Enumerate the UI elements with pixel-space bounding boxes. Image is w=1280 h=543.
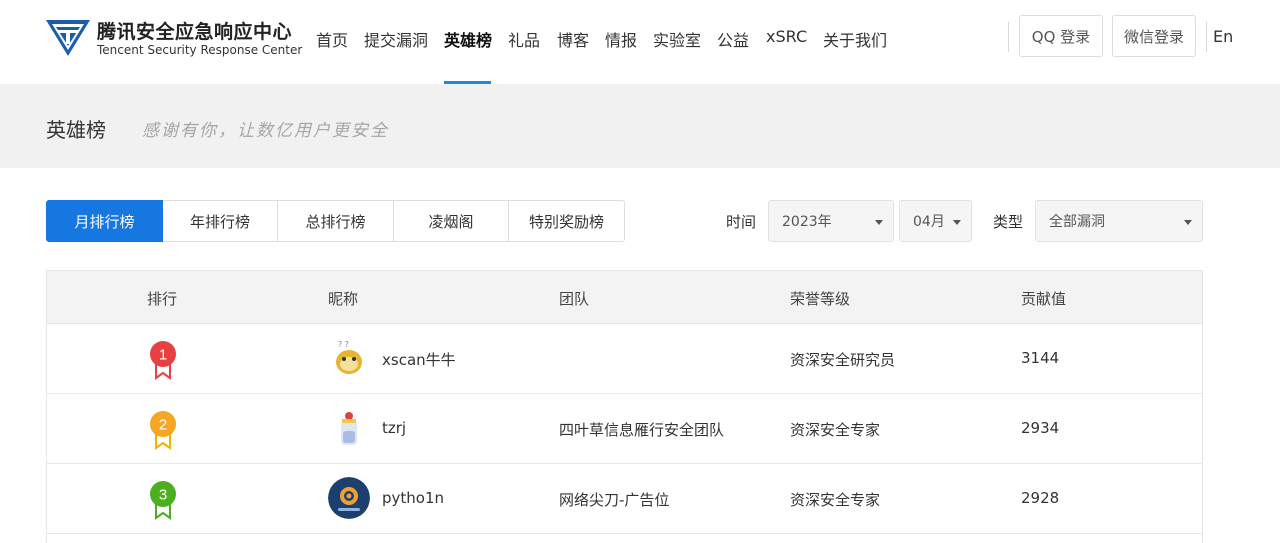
chevron-down-icon xyxy=(953,220,961,225)
table-row: 2 tzrj 四叶草信息雁行安全团队 资深安全专家 2934 xyxy=(47,394,1202,464)
tab-total-ranking[interactable]: 总排行榜 xyxy=(277,200,394,242)
nav-hall-of-fame[interactable]: 英雄榜 xyxy=(444,27,492,51)
tab-monthly-ranking[interactable]: 月排行榜 xyxy=(46,200,163,242)
honor-level: 资深安全专家 xyxy=(790,421,881,439)
nickname[interactable]: xscan牛牛 xyxy=(382,349,456,370)
avatar[interactable] xyxy=(328,477,370,519)
type-filter-label: 类型 xyxy=(993,213,1024,231)
vuln-type-select[interactable]: 全部漏洞 xyxy=(1035,200,1203,242)
avatar[interactable]: ? ? xyxy=(328,337,370,379)
month-select-value: 04月 xyxy=(913,214,945,230)
contribution-score: 3144 xyxy=(1021,349,1060,367)
nav-home[interactable]: 首页 xyxy=(316,27,348,51)
column-header-team: 团队 xyxy=(559,290,590,308)
avatar[interactable] xyxy=(328,407,370,449)
tab-lingyan-pavilion[interactable]: 凌烟阁 xyxy=(393,200,509,242)
tsrc-logo-icon[interactable] xyxy=(46,20,90,56)
honor-level: 资深安全研究员 xyxy=(790,351,896,369)
nav-lab[interactable]: 实验室 xyxy=(653,27,701,51)
table-header: 排行 昵称 团队 荣誉等级 贡献值 xyxy=(47,271,1202,324)
svg-text:? ?: ? ? xyxy=(338,340,349,349)
vuln-type-select-value: 全部漏洞 xyxy=(1049,214,1105,230)
brand-name-en[interactable]: Tencent Security Response Center xyxy=(97,43,302,57)
column-header-contribution: 贡献值 xyxy=(1021,290,1067,308)
header-divider xyxy=(1206,22,1207,52)
page-title: 英雄榜 xyxy=(46,118,106,142)
team-name: 网络尖刀-广告位 xyxy=(559,491,670,509)
nav-gifts[interactable]: 礼品 xyxy=(508,27,540,51)
year-select-value: 2023年 xyxy=(782,214,832,230)
year-select[interactable]: 2023年 xyxy=(768,200,894,242)
table-row: 1 ? ? xscan牛牛 资深安全研究员 3144 xyxy=(47,324,1202,394)
page-banner: 英雄榜 感谢有你，让数亿用户更安全 xyxy=(0,84,1280,168)
rank-number: 3 xyxy=(159,487,167,504)
nickname[interactable]: pytho1n xyxy=(382,489,444,507)
page-slogan: 感谢有你，让数亿用户更安全 xyxy=(142,121,389,141)
nav-xsrc[interactable]: xSRC xyxy=(766,27,807,46)
table-row: 3 pytho1n 网络尖刀-广告位 资深安全专家 2928 xyxy=(47,464,1202,534)
language-switch[interactable]: En xyxy=(1213,27,1233,46)
tab-special-reward[interactable]: 特别奖励榜 xyxy=(508,200,625,242)
top-header: 腾讯安全应急响应中心 Tencent Security Response Cen… xyxy=(0,0,1280,84)
nav-charity[interactable]: 公益 xyxy=(717,27,749,51)
team-name: 四叶草信息雁行安全团队 xyxy=(559,421,725,439)
ranking-table: 排行 昵称 团队 荣誉等级 贡献值 1 ? ? xscan牛牛 资深安全研究员 … xyxy=(46,270,1203,543)
tab-yearly-ranking[interactable]: 年排行榜 xyxy=(162,200,278,242)
wechat-login-button[interactable]: 微信登录 xyxy=(1112,15,1196,57)
brand-name-cn[interactable]: 腾讯安全应急响应中心 xyxy=(97,17,292,44)
rank-number: 1 xyxy=(159,347,167,364)
time-filter-label: 时间 xyxy=(726,213,757,231)
nav-about[interactable]: 关于我们 xyxy=(823,27,887,51)
chevron-down-icon xyxy=(1184,220,1192,225)
rank-number: 2 xyxy=(159,417,167,434)
rank-2-medal-icon: 2 xyxy=(150,411,176,450)
nav-blog[interactable]: 博客 xyxy=(557,27,589,51)
nav-submit-vuln[interactable]: 提交漏洞 xyxy=(364,27,428,51)
nav-intel[interactable]: 情报 xyxy=(605,27,637,51)
contribution-score: 2928 xyxy=(1021,489,1060,507)
contribution-score: 2934 xyxy=(1021,419,1060,437)
column-header-rank: 排行 xyxy=(147,290,178,308)
nickname[interactable]: tzrj xyxy=(382,419,406,437)
month-select[interactable]: 04月 xyxy=(899,200,972,242)
header-divider xyxy=(1008,22,1009,52)
column-header-honor-level: 荣誉等级 xyxy=(790,290,851,308)
rank-3-medal-icon: 3 xyxy=(150,481,176,520)
ranking-tabs: 月排行榜 年排行榜 总排行榜 凌烟阁 特别奖励榜 xyxy=(46,200,625,242)
column-header-nickname: 昵称 xyxy=(328,290,359,308)
qq-login-button[interactable]: QQ 登录 xyxy=(1019,15,1103,57)
chevron-down-icon xyxy=(875,220,883,225)
honor-level: 资深安全专家 xyxy=(790,491,881,509)
rank-1-medal-icon: 1 xyxy=(150,341,176,380)
